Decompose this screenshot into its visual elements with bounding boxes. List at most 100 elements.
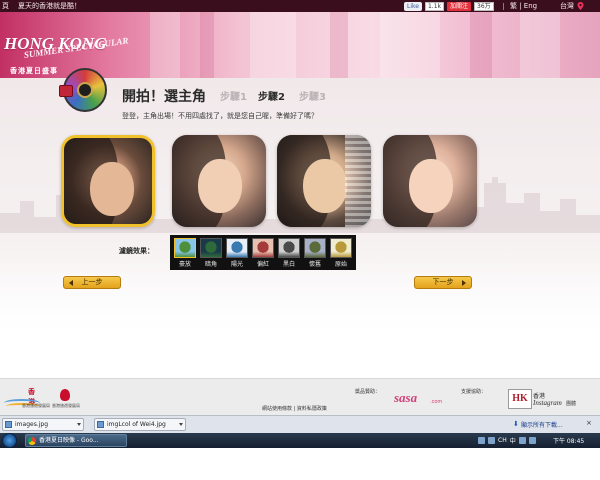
tourism-board-caption: 香港旅遊發展局: [52, 403, 80, 408]
arrow-left-icon: [69, 280, 73, 286]
filter-option-1[interactable]: 豪放: [173, 237, 197, 268]
hktb-caption: 香港旅遊發展局: [22, 403, 50, 408]
next-step-button[interactable]: 下一步: [414, 276, 472, 289]
site-footer: 香港 香港旅遊發展局 香港旅遊發展局 網站使用條款 | 資料私隱政策 獎品贊助：…: [0, 378, 600, 415]
windows-taskbar: 香港夏日映像 - Goo... CH 中 下午 08:45: [0, 433, 600, 448]
photo-window-blinds: [345, 135, 371, 227]
support-label: 支援協助：: [461, 389, 487, 395]
like-count: 1.1k: [424, 1, 444, 11]
weibo-follow-button[interactable]: 加關注: [447, 1, 472, 11]
next-step-label: 下一步: [432, 278, 454, 286]
filter-label-text: 偏紅: [256, 261, 269, 268]
banner-stripe: [470, 12, 492, 78]
photo-option-3[interactable]: [277, 135, 371, 227]
download-item-1[interactable]: images.jpg: [2, 418, 84, 431]
taskbar-chrome-window[interactable]: 香港夏日映像 - Goo...: [25, 434, 127, 447]
filter-label-text: 懷舊: [308, 261, 321, 268]
hktb-logo[interactable]: 香港: [4, 387, 40, 413]
download-bar: images.jpg imgLcol of Wei4.jpg ⬇ 顯示所有下載.…: [0, 415, 600, 433]
footer-legal-links[interactable]: 網站使用條款 | 資料私隱政策: [262, 405, 327, 412]
tray-icon[interactable]: [488, 437, 495, 444]
taskbar-window-title: 香港夏日映像 - Goo...: [39, 437, 99, 444]
top-bar: 頁 夏天的香港就是酷！ Like 1.1k 加關注 36万 繁 | Eng 台灣: [0, 0, 600, 12]
weibo-count: 36万: [474, 1, 494, 11]
chrome-icon: [28, 437, 36, 445]
arrow-right-icon: [462, 280, 466, 286]
image-file-icon: [97, 421, 104, 428]
step-1-indicator: 步驟1: [220, 92, 247, 103]
taskbar-clock[interactable]: 下午 08:45: [553, 436, 584, 445]
filter-option-5[interactable]: 黑白: [277, 237, 301, 268]
filter-label: 濾鏡效果：: [119, 247, 154, 255]
language-switch[interactable]: 繁 | Eng: [510, 0, 537, 12]
filter-option-4[interactable]: 偏紅: [251, 237, 275, 268]
location-pin-icon[interactable]: [577, 2, 584, 10]
show-all-downloads-link[interactable]: 顯示所有下載...: [521, 420, 563, 429]
topbar-divider: [503, 3, 504, 10]
chevron-down-icon[interactable]: [179, 423, 183, 426]
filter-swatch: [200, 238, 222, 258]
filter-label-text: 黑白: [282, 261, 295, 268]
previous-step-button[interactable]: 上一步: [63, 276, 121, 289]
topbar-prefix: 頁: [2, 2, 9, 10]
banner-stripe: [380, 12, 440, 78]
filter-label-text: 原始: [334, 261, 347, 268]
region-selector[interactable]: 台灣: [560, 0, 574, 12]
ime-indicator[interactable]: 中: [510, 436, 516, 445]
filter-label-text: 陽光: [230, 261, 243, 268]
chevron-down-icon[interactable]: [77, 423, 81, 426]
reel-hub: [77, 82, 93, 98]
previous-step-label: 上一步: [81, 278, 103, 286]
photo-face: [409, 159, 453, 213]
hk-instagram-logo[interactable]: HK: [508, 389, 532, 409]
photo-face: [303, 159, 347, 213]
filter-option-6[interactable]: 懷舊: [303, 237, 327, 268]
banner-stripe: [520, 12, 560, 78]
filter-strip: 豪放 暗角 陽光 偏紅 黑白 懷舊 原始: [170, 235, 356, 270]
download-item-2[interactable]: imgLcol of Wei4.jpg: [94, 418, 186, 431]
image-file-icon: [5, 421, 12, 428]
filter-option-7[interactable]: 原始: [329, 237, 353, 268]
system-tray: CH 中: [478, 433, 536, 448]
filter-swatch: [252, 238, 274, 258]
tray-icon[interactable]: [528, 437, 536, 444]
step-2-indicator: 步驟2: [258, 92, 285, 103]
site-logo-chinese: 香港夏日盛事: [10, 67, 58, 75]
filter-label-text: 暗角: [204, 261, 217, 268]
reel-tab: [59, 85, 73, 97]
photo-option-2[interactable]: [172, 135, 266, 227]
photo-option-4[interactable]: [383, 135, 477, 227]
download-item-1-name: images.jpg: [15, 421, 49, 428]
photo-option-1[interactable]: [61, 135, 155, 227]
filter-swatch: [304, 238, 326, 258]
instagram-group-line3: 團體: [566, 401, 577, 407]
sasa-logo[interactable]: sasa: [394, 390, 417, 406]
sponsor-label: 獎品贊助：: [355, 389, 381, 395]
download-arrow-icon: ⬇: [513, 420, 519, 428]
sasa-logo-suffix: .com: [430, 399, 443, 405]
step-3-indicator: 步驟3: [299, 92, 326, 103]
tray-icon[interactable]: [478, 437, 485, 444]
filter-label-text: 豪放: [178, 261, 191, 268]
banner-stripe: [150, 12, 180, 78]
instagram-group-line2: Instagram: [533, 399, 562, 407]
view-master-reel-icon: [59, 68, 107, 112]
photo-face: [198, 159, 242, 213]
input-language-indicator[interactable]: CH: [498, 437, 507, 444]
filter-option-3[interactable]: 陽光: [225, 237, 249, 268]
tray-icon[interactable]: [518, 437, 526, 444]
browser-page: 頁 夏天的香港就是酷！ Like 1.1k 加關注 36万 繁 | Eng 台灣…: [0, 0, 600, 480]
filter-swatch: [226, 238, 248, 258]
close-download-bar-icon[interactable]: ×: [586, 419, 592, 427]
filter-swatch: [330, 238, 352, 258]
start-button[interactable]: [2, 433, 17, 448]
topbar-slogan[interactable]: 夏天的香港就是酷！: [18, 0, 81, 12]
facebook-like-button[interactable]: Like: [404, 1, 422, 11]
social-buttons: Like 1.1k 加關注 36万: [404, 1, 494, 11]
tourism-board-flower-icon[interactable]: [60, 389, 70, 401]
download-item-2-name: imgLcol of Wei4.jpg: [107, 421, 166, 428]
filter-swatch: [174, 238, 196, 258]
banner-stripe: [200, 12, 214, 78]
filter-option-2[interactable]: 暗角: [199, 237, 223, 268]
filter-swatch: [278, 238, 300, 258]
